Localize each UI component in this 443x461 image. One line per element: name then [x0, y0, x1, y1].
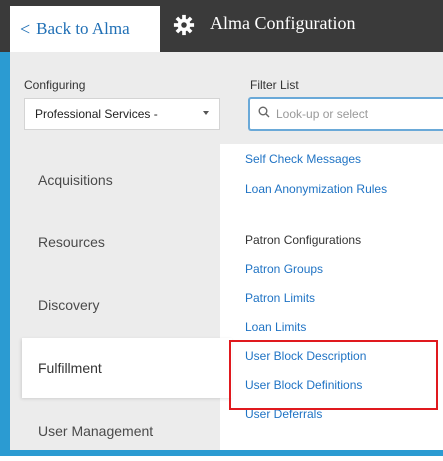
- nav-item-resources[interactable]: Resources: [22, 212, 220, 272]
- nav-item-user-management[interactable]: User Management: [22, 401, 220, 461]
- section-heading-patron-configurations: Patron Configurations: [245, 233, 362, 247]
- nav-item-fulfillment[interactable]: Fulfillment: [22, 338, 232, 398]
- configuring-label: Configuring: [24, 78, 86, 92]
- configuring-selected-value: Professional Services -: [35, 107, 158, 121]
- highlight-annotation-box: [229, 340, 438, 410]
- search-icon: [258, 105, 270, 123]
- app-title: Alma Configuration: [210, 13, 356, 33]
- nav-item-label: User Management: [38, 423, 154, 439]
- filter-list-label: Filter List: [250, 78, 299, 92]
- chevron-down-icon: [203, 111, 209, 115]
- link-loan-limits[interactable]: Loan Limits: [245, 320, 306, 334]
- link-patron-groups[interactable]: Patron Groups: [245, 262, 323, 276]
- chevron-left-icon: <: [20, 18, 31, 39]
- nav-item-discovery[interactable]: Discovery: [22, 275, 220, 335]
- nav-item-acquisitions[interactable]: Acquisitions: [22, 150, 220, 210]
- back-to-alma-label: Back to Alma: [36, 19, 130, 38]
- app-header: < Back to Alma Alma Configuration: [0, 0, 443, 52]
- nav-item-label: Resources: [38, 234, 105, 250]
- link-loan-anonymization-rules[interactable]: Loan Anonymization Rules: [245, 182, 387, 196]
- gear-icon: [172, 13, 196, 37]
- configuring-dropdown[interactable]: Professional Services -: [24, 98, 220, 130]
- filter-input-container[interactable]: [248, 97, 443, 131]
- nav-item-label: Fulfillment: [38, 360, 102, 376]
- nav-item-label: Discovery: [38, 297, 100, 313]
- filter-input[interactable]: [276, 107, 426, 121]
- nav-item-label: Acquisitions: [38, 172, 113, 188]
- link-patron-limits[interactable]: Patron Limits: [245, 291, 315, 305]
- link-self-check-messages[interactable]: Self Check Messages: [245, 152, 361, 166]
- back-to-alma-button[interactable]: < Back to Alma: [10, 6, 160, 52]
